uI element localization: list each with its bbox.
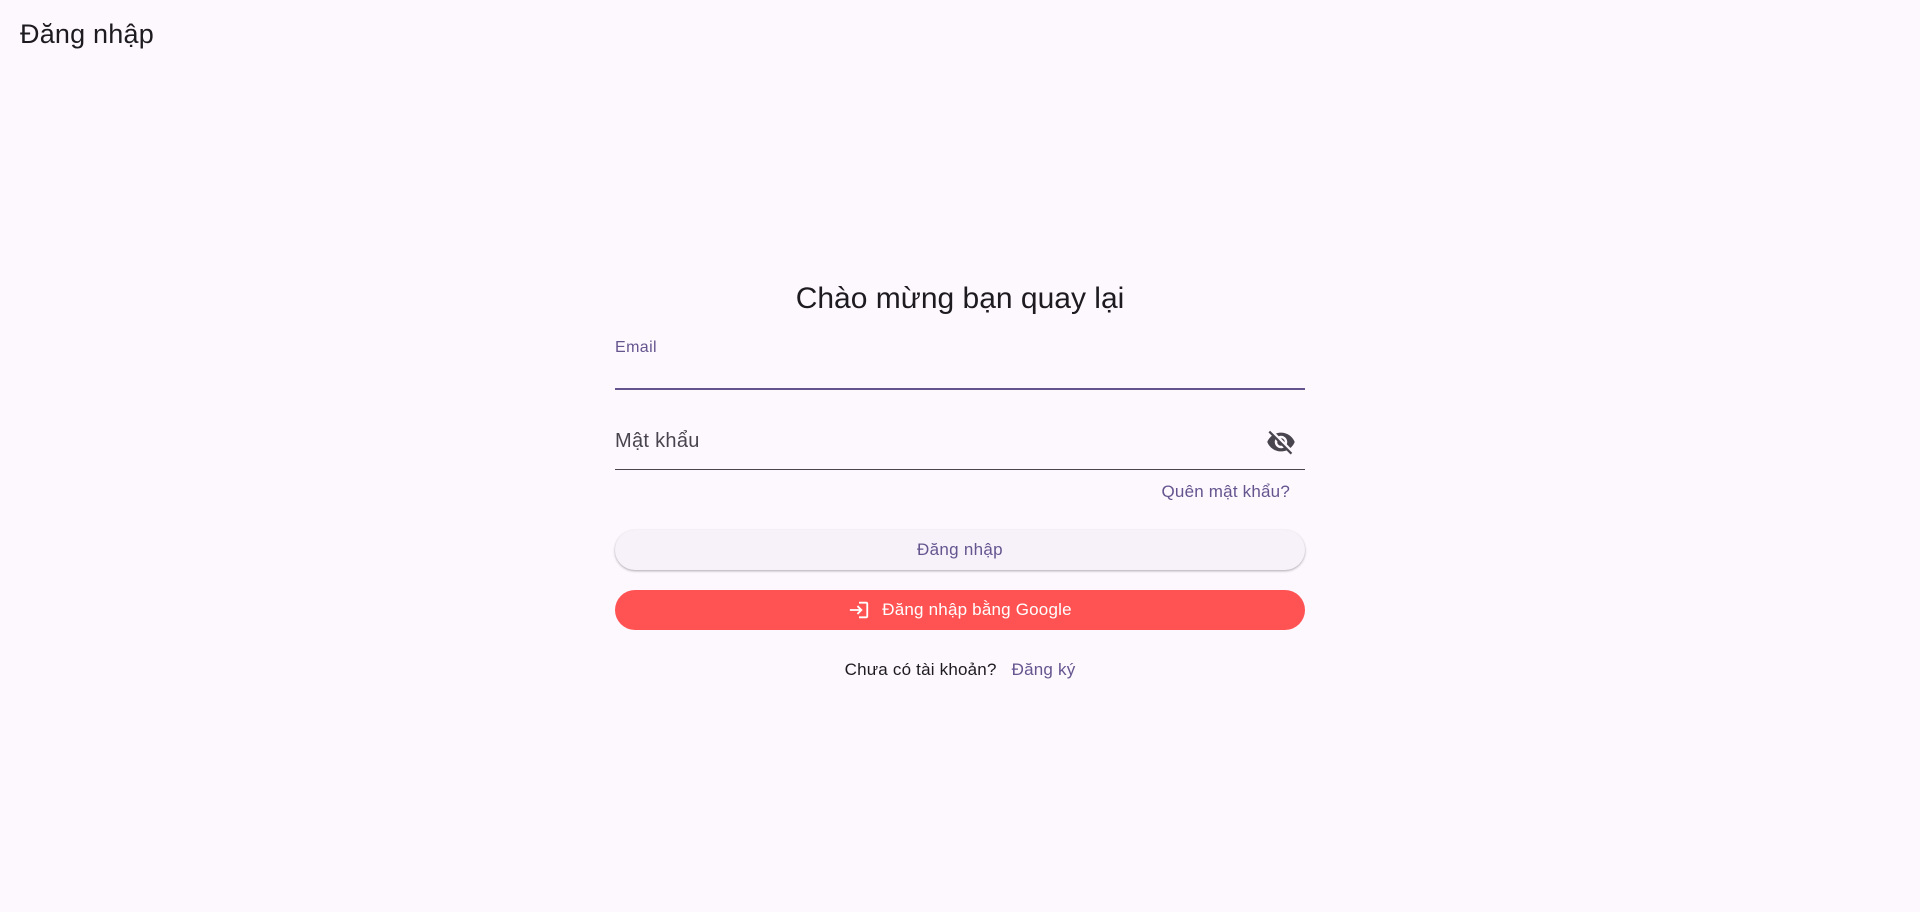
app-bar-title: Đăng nhập	[20, 18, 154, 49]
password-field[interactable]	[615, 418, 1305, 470]
signup-row: Chưa có tài khoản? Đăng ký	[615, 650, 1305, 690]
login-button[interactable]: Đăng nhập	[615, 530, 1305, 570]
password-input[interactable]	[615, 424, 1255, 458]
email-input[interactable]	[615, 358, 1305, 388]
signup-prompt: Chưa có tài khoản?	[844, 660, 997, 679]
visibility-off-icon[interactable]	[1265, 426, 1297, 458]
login-form: Chào mừng bạn quay lại Email Quên mật kh…	[615, 270, 1305, 690]
email-label: Email	[615, 339, 658, 356]
login-icon	[848, 599, 870, 621]
signup-link[interactable]: Đăng ký	[1012, 660, 1076, 680]
google-login-button[interactable]: Đăng nhập bằng Google	[615, 590, 1305, 630]
email-field[interactable]: Email	[615, 338, 1305, 390]
forgot-password-row: Quên mật khẩu?	[615, 470, 1305, 514]
app-bar: Đăng nhập	[0, 0, 1920, 68]
forgot-password-link[interactable]: Quên mật khẩu?	[1162, 482, 1291, 502]
welcome-title: Chào mừng bạn quay lại	[795, 282, 1125, 315]
google-login-label: Đăng nhập bằng Google	[882, 600, 1072, 619]
